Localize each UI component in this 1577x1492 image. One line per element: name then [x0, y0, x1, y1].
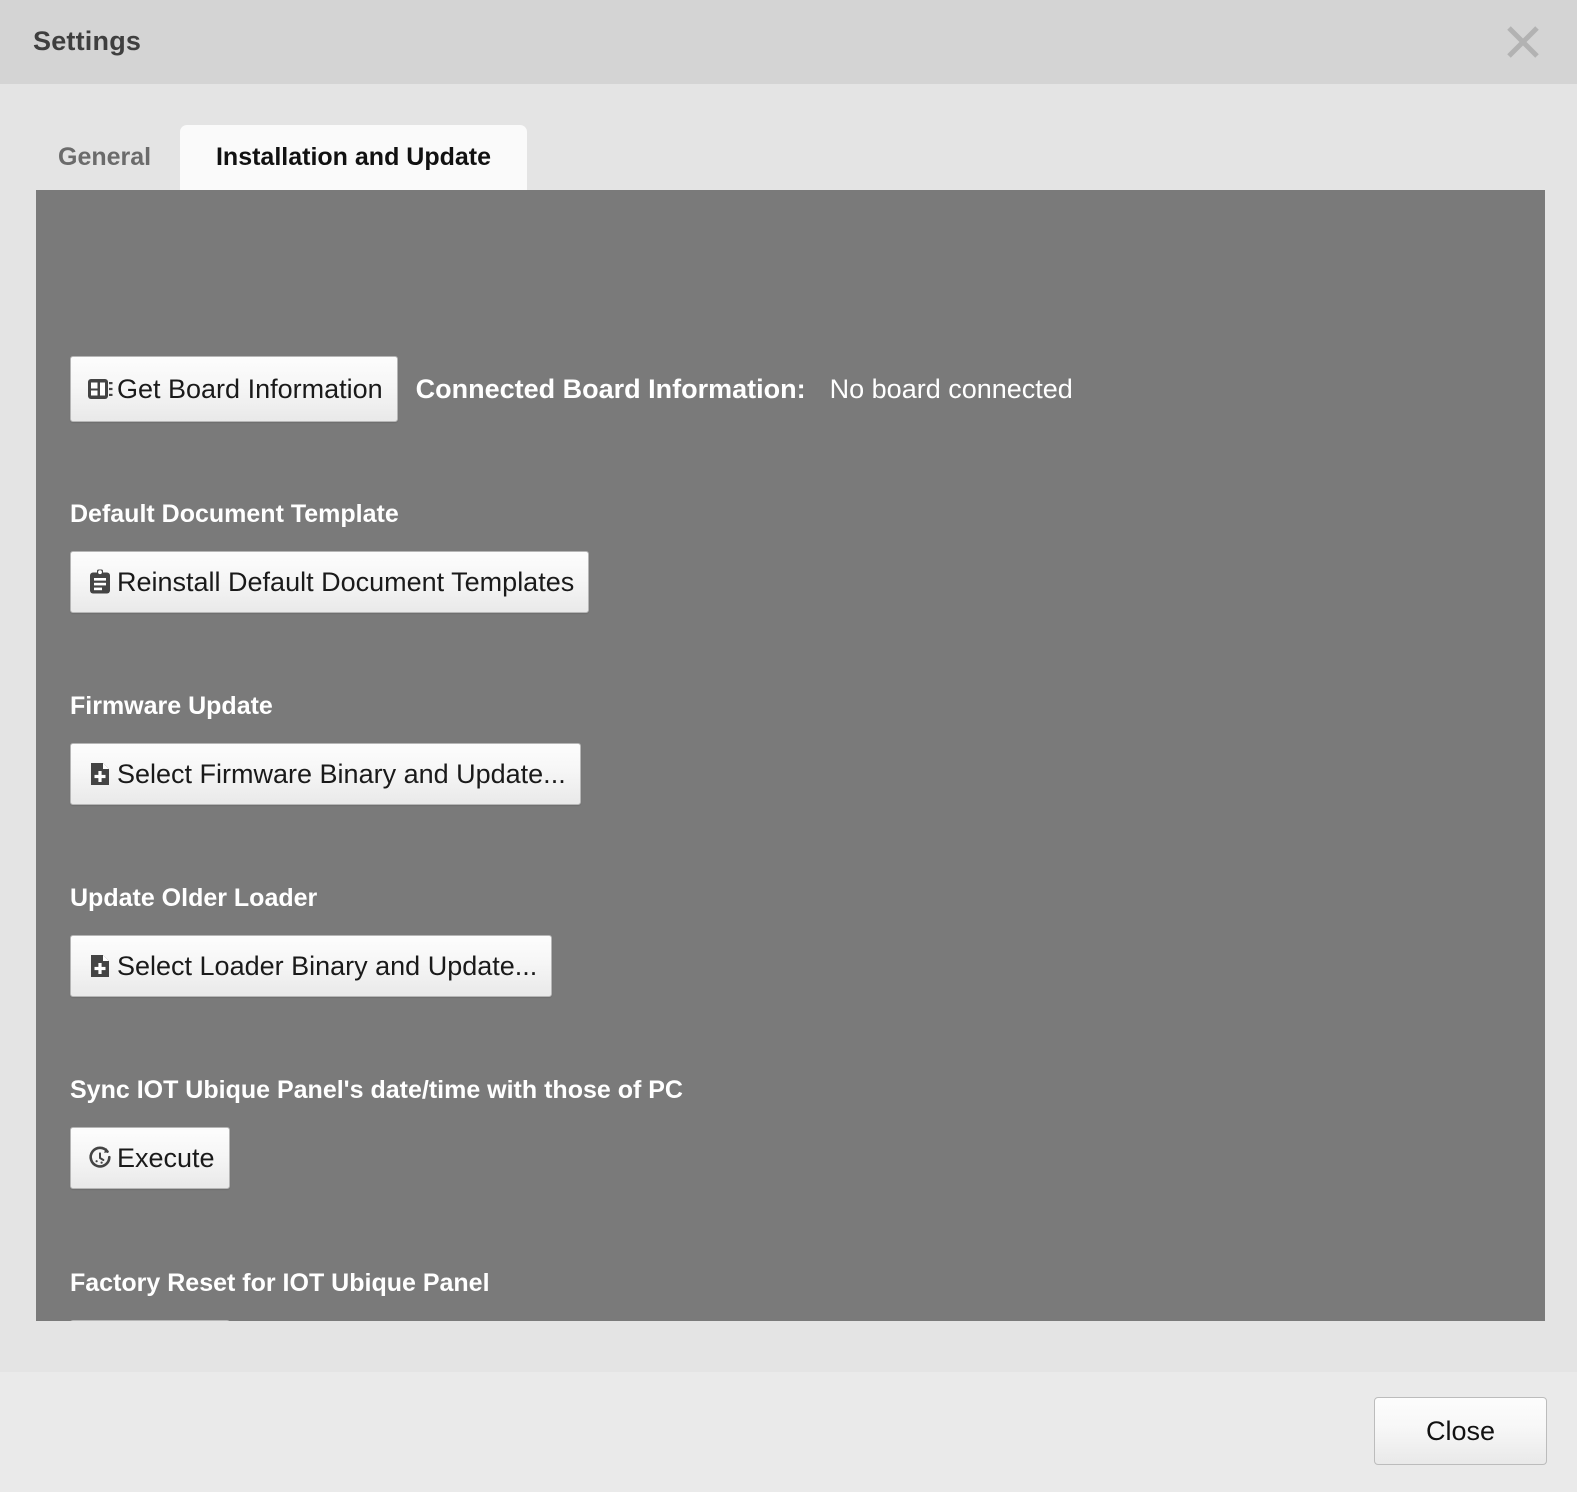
close-icon[interactable]: [1501, 20, 1545, 64]
tab-installation-and-update-label: Installation and Update: [215, 143, 492, 171]
board-information-row: Get Board Information Connected Board In…: [70, 356, 1073, 422]
dialog-body: General Installation and Update Get Boar…: [0, 84, 1577, 1372]
stopwatch-icon: [85, 1143, 115, 1173]
select-loader-binary-and-update-label: Select Loader Binary and Update...: [117, 950, 538, 981]
section-title-default-document-template: Default Document Template: [70, 500, 399, 528]
connected-board-label: Connected Board Information:: [415, 373, 806, 404]
select-firmware-binary-and-update-label: Select Firmware Binary and Update...: [117, 758, 566, 789]
sync-datetime-execute-label: Execute: [117, 1142, 215, 1173]
tab-general-label: General: [58, 143, 152, 171]
section-factory-reset: Factory Reset for IOT Ubique Panel Execu…: [70, 1269, 490, 1321]
select-firmware-binary-and-update-button[interactable]: Select Firmware Binary and Update...: [70, 743, 581, 805]
settings-content-panel: Get Board Information Connected Board In…: [36, 190, 1545, 1321]
section-title-sync-datetime: Sync IOT Ubique Panel's date/time with t…: [70, 1076, 683, 1104]
clipboard-icon: [85, 567, 115, 597]
get-board-information-button[interactable]: Get Board Information: [70, 356, 398, 422]
reinstall-default-document-templates-label: Reinstall Default Document Templates: [117, 566, 575, 597]
tab-general[interactable]: General: [36, 125, 173, 190]
section-update-older-loader: Update Older Loader Select Loader Binary…: [70, 884, 553, 997]
dialog-titlebar: Settings: [0, 0, 1577, 84]
section-title-firmware-update: Firmware Update: [70, 692, 273, 720]
connected-board-value: No board connected: [829, 373, 1073, 404]
section-title-factory-reset: Factory Reset for IOT Ubique Panel: [70, 1269, 490, 1297]
tab-installation-and-update[interactable]: Installation and Update: [180, 125, 527, 190]
section-default-document-template: Default Document Template Reinstall Defa…: [70, 500, 590, 613]
section-title-update-older-loader: Update Older Loader: [70, 884, 318, 912]
section-sync-datetime: Sync IOT Ubique Panel's date/time with t…: [70, 1076, 683, 1189]
connected-board-status: Connected Board Information: No board co…: [416, 374, 1073, 405]
section-firmware-update: Firmware Update Select Firmware Binary a…: [70, 692, 581, 805]
close-button-label: Close: [1425, 1415, 1496, 1446]
tab-strip: General Installation and Update: [0, 125, 1577, 190]
get-board-information-label: Get Board Information: [117, 373, 383, 404]
board-chip-icon: [85, 374, 115, 404]
reinstall-default-document-templates-button[interactable]: Reinstall Default Document Templates: [70, 551, 590, 613]
file-plus-icon: [85, 951, 115, 981]
dialog-footer: Close: [0, 1372, 1577, 1492]
sync-datetime-execute-button[interactable]: Execute: [70, 1127, 230, 1189]
close-button[interactable]: Close: [1374, 1397, 1547, 1465]
file-plus-icon: [85, 759, 115, 789]
dialog-title: Settings: [33, 26, 142, 56]
factory-reset-execute-button[interactable]: Execute: [70, 1320, 230, 1321]
select-loader-binary-and-update-button[interactable]: Select Loader Binary and Update...: [70, 935, 553, 997]
